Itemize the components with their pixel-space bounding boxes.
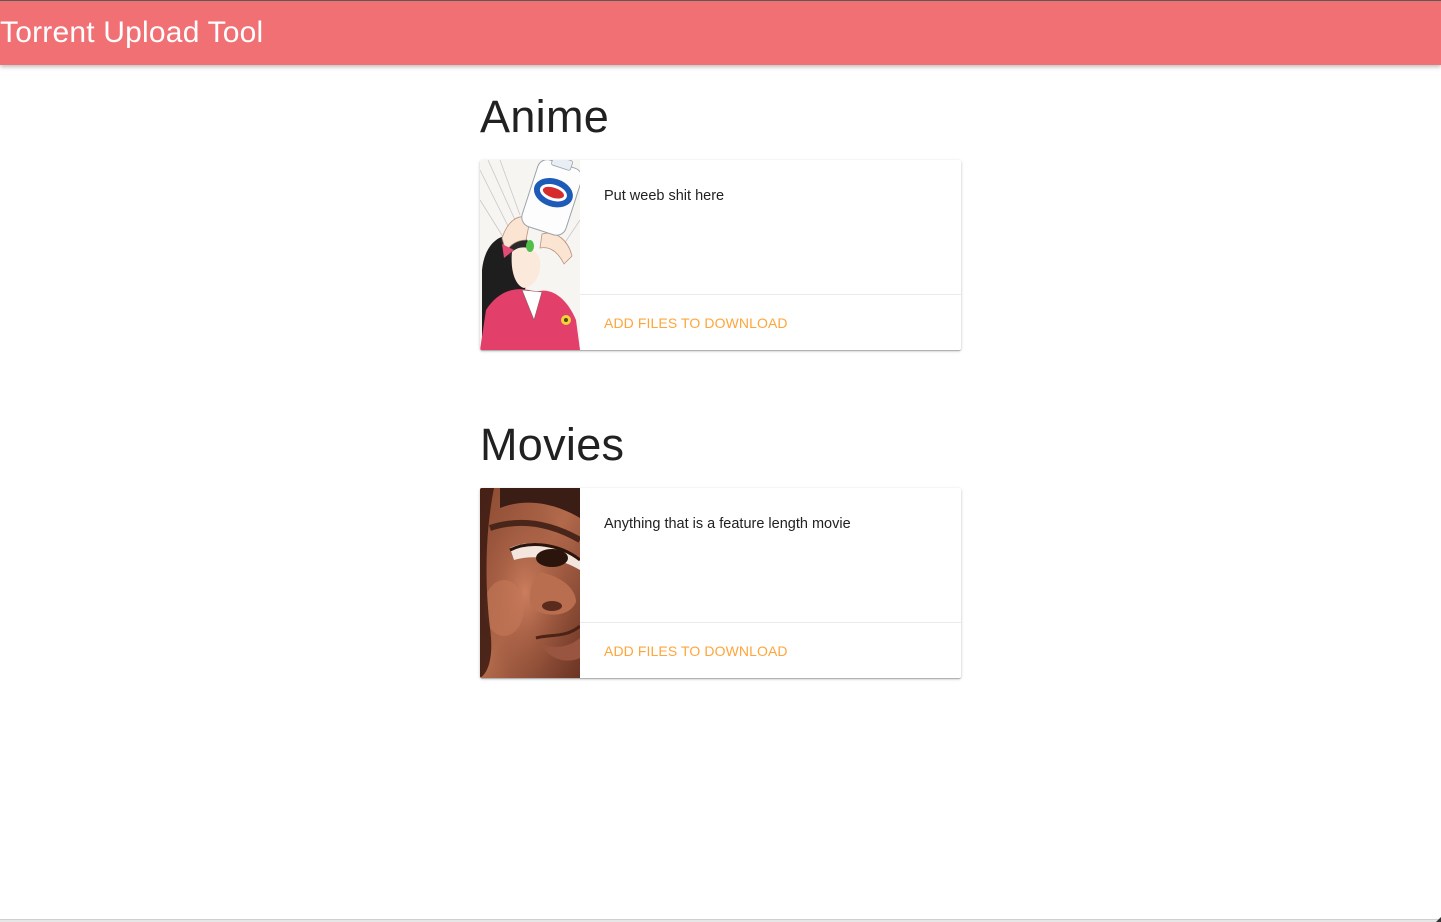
category-card-anime: Put weeb shit here Add files to download [480, 160, 961, 350]
main-content: Anime Put weeb shit here ADD FILES TO DO… [480, 88, 961, 744]
app-bar: Torrent Upload Tool [0, 0, 1441, 65]
category-card-movies: Anything that is a feature length movie … [480, 488, 961, 678]
resize-grip-icon[interactable] [1436, 917, 1441, 922]
movies-card-image [480, 488, 580, 678]
movie-face-icon [480, 488, 580, 678]
card-description-movies: Anything that is a feature length movie [580, 488, 961, 623]
page: Torrent Upload Tool Anime Put weeb shit … [0, 0, 1441, 922]
section-anime: Anime Put weeb shit here ADD FILES TO DO… [480, 88, 961, 350]
app-title: Torrent Upload Tool [0, 16, 264, 49]
anime-illustration-icon [480, 160, 580, 350]
card-actions-movies: Add files to download [580, 623, 961, 678]
card-body-anime: Put weeb shit here Add files to download [580, 160, 961, 350]
section-movies: Movies Anything that is a feature length… [480, 416, 961, 678]
card-body-movies: Anything that is a feature length movie … [580, 488, 961, 678]
anime-card-image [480, 160, 580, 350]
add-files-button-anime[interactable]: Add files to download [604, 314, 788, 332]
card-description-anime: Put weeb shit here [580, 160, 961, 295]
section-title-anime: Anime [480, 91, 610, 142]
add-files-button-movies[interactable]: Add files to download [604, 642, 788, 660]
section-title-movies: Movies [480, 419, 625, 470]
card-actions-anime: Add files to download [580, 295, 961, 350]
